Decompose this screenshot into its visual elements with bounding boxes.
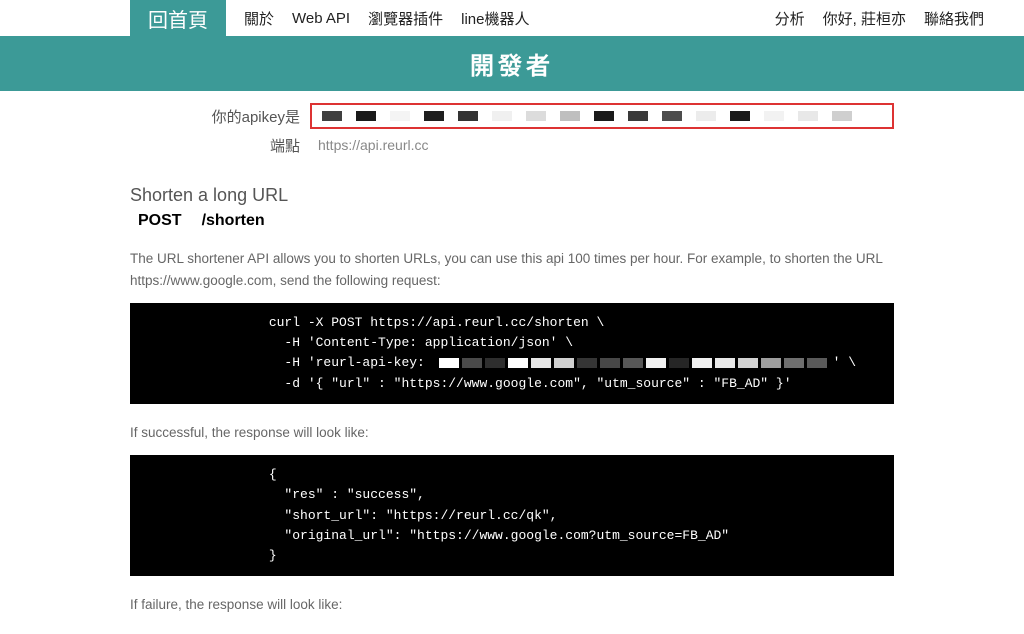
success-response-code: { "res" : "success", "short_url": "https… bbox=[130, 455, 894, 576]
shorten-section: Shorten a long URL POST/shorten The URL … bbox=[130, 185, 894, 404]
shorten-method-line: POST/shorten bbox=[138, 212, 894, 230]
apikey-value-redacted bbox=[310, 103, 894, 129]
nav-link-webapi[interactable]: Web API bbox=[292, 10, 350, 27]
redact-block bbox=[696, 111, 716, 121]
redact-block bbox=[730, 111, 750, 121]
redact-block bbox=[424, 111, 444, 121]
apikey-label: 你的apikey是 bbox=[130, 106, 310, 127]
shorten-description: The URL shortener API allows you to shor… bbox=[130, 248, 894, 291]
failure-section: If failure, the response will look like: bbox=[130, 594, 894, 616]
nav-link-browser-plugin[interactable]: 瀏覽器插件 bbox=[368, 8, 443, 29]
endpoint-label: 端點 bbox=[130, 135, 310, 156]
redact-block bbox=[322, 111, 342, 121]
nav-link-contact[interactable]: 聯絡我們 bbox=[924, 8, 984, 29]
http-method: POST bbox=[138, 212, 182, 229]
redact-block bbox=[356, 111, 376, 121]
nav-link-line-bot[interactable]: line機器人 bbox=[461, 8, 529, 29]
redact-block bbox=[628, 111, 648, 121]
redact-block bbox=[764, 111, 784, 121]
shorten-request-code: curl -X POST https://api.reurl.cc/shorte… bbox=[130, 303, 894, 404]
redact-block bbox=[560, 111, 580, 121]
nav-link-analytics[interactable]: 分析 bbox=[775, 8, 805, 29]
redact-block bbox=[458, 111, 478, 121]
nav-right: 分析 你好, 莊桓亦 聯絡我們 bbox=[775, 0, 1024, 36]
nav-greeting[interactable]: 你好, 莊桓亦 bbox=[823, 8, 906, 29]
redact-block bbox=[526, 111, 546, 121]
success-label: If successful, the response will look li… bbox=[130, 422, 894, 444]
http-path: /shorten bbox=[202, 212, 265, 229]
credentials-block: 你的apikey是 端點 https://api.reurl.cc bbox=[130, 103, 894, 157]
redact-block bbox=[594, 111, 614, 121]
redact-block bbox=[390, 111, 410, 121]
apikey-redacted-in-code bbox=[439, 358, 827, 368]
failure-label: If failure, the response will look like: bbox=[130, 594, 894, 616]
redact-block bbox=[662, 111, 682, 121]
top-nav: 回首頁 關於 Web API 瀏覽器插件 line機器人 分析 你好, 莊桓亦 … bbox=[0, 0, 1024, 36]
page-banner: 開發者 bbox=[0, 36, 1024, 91]
success-section: If successful, the response will look li… bbox=[130, 422, 894, 576]
redact-block bbox=[492, 111, 512, 121]
nav-links: 關於 Web API 瀏覽器插件 line機器人 bbox=[226, 0, 529, 36]
endpoint-value: https://api.reurl.cc bbox=[310, 133, 894, 157]
nav-link-about[interactable]: 關於 bbox=[244, 8, 274, 29]
redact-block bbox=[832, 111, 852, 121]
redact-block bbox=[798, 111, 818, 121]
nav-home-button[interactable]: 回首頁 bbox=[130, 0, 226, 36]
shorten-title: Shorten a long URL bbox=[130, 185, 894, 206]
